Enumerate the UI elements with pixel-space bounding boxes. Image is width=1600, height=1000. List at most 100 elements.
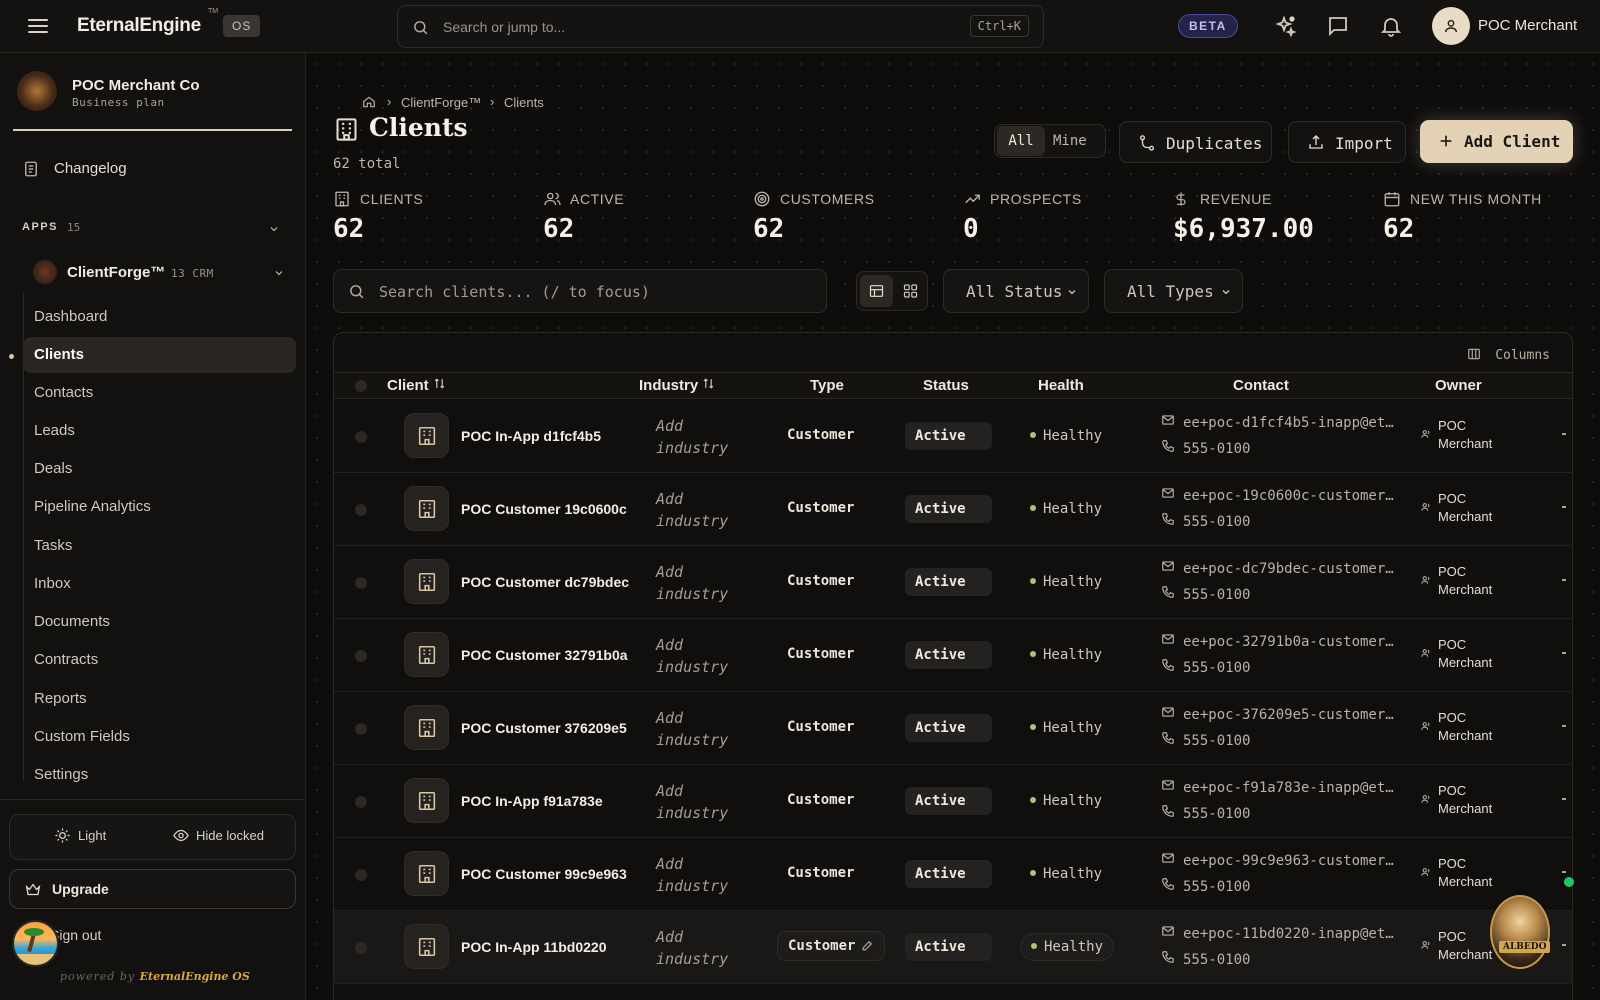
table-view-button[interactable] — [860, 275, 893, 307]
app-name[interactable]: ClientForge™ — [67, 264, 165, 281]
table-row[interactable]: POC Customer 32791b0a Add industry Custome… — [334, 619, 1572, 692]
client-type[interactable]: Customer — [777, 858, 864, 888]
chevron-down-icon[interactable] — [273, 267, 285, 279]
row-checkbox[interactable] — [355, 650, 367, 662]
status-badge[interactable]: Active — [905, 714, 992, 742]
row-actions-button[interactable] — [1562, 506, 1566, 508]
header-status[interactable]: Status — [923, 377, 969, 394]
contact-phone[interactable]: 555-0100 — [1161, 731, 1250, 749]
add-industry-link[interactable]: Add industry — [656, 707, 746, 751]
global-search[interactable]: Search or jump to... Ctrl+K — [397, 5, 1044, 48]
upgrade-button[interactable]: Upgrade — [9, 869, 296, 909]
header-type[interactable]: Type — [810, 377, 844, 394]
client-type[interactable]: Customer — [777, 931, 886, 961]
sidebar-item-contracts[interactable]: Contracts — [23, 642, 296, 678]
row-checkbox[interactable] — [355, 723, 367, 735]
row-actions-button[interactable] — [1562, 579, 1566, 581]
chevron-down-icon[interactable] — [268, 223, 280, 235]
row-actions-button[interactable] — [1562, 725, 1566, 727]
sidebar-item-tasks[interactable]: Tasks — [23, 528, 296, 564]
table-row[interactable]: POC Customer 19c0600c Add industry Custome… — [334, 473, 1572, 546]
row-checkbox[interactable] — [355, 504, 367, 516]
sidebar-item-leads[interactable]: Leads — [23, 413, 296, 449]
row-actions-button[interactable] — [1562, 652, 1566, 654]
row-checkbox[interactable] — [355, 431, 367, 443]
header-owner[interactable]: Owner — [1435, 377, 1482, 394]
import-button[interactable]: Import — [1288, 121, 1406, 163]
client-name[interactable]: POC In-App 11bd0220 — [461, 939, 606, 955]
sparkle-icon[interactable] — [1274, 14, 1298, 38]
header-industry[interactable]: Industry — [639, 377, 715, 394]
table-row[interactable]: POC In-App 11bd0220 Add industry Customer A… — [334, 911, 1572, 984]
add-industry-link[interactable]: Add industry — [656, 926, 746, 970]
add-industry-link[interactable]: Add industry — [656, 561, 746, 605]
client-name[interactable]: POC Customer dc79bdec — [461, 574, 629, 590]
client-type[interactable]: Customer — [777, 493, 864, 523]
contact-phone[interactable]: 555-0100 — [1161, 658, 1250, 676]
table-row[interactable]: POC Customer 99c9e963 Add industry Custome… — [334, 838, 1572, 911]
client-search-input[interactable]: Search clients... (/ to focus) — [333, 269, 827, 313]
filter-all[interactable]: All — [997, 126, 1045, 156]
filter-mine[interactable]: Mine — [1053, 126, 1087, 156]
contact-email[interactable]: ee+poc-dc79bdec-customer… — [1161, 559, 1394, 577]
client-type[interactable]: Customer — [777, 785, 864, 815]
contact-phone[interactable]: 555-0100 — [1161, 950, 1250, 968]
contact-phone[interactable]: 555-0100 — [1161, 804, 1250, 822]
client-name[interactable]: POC In-App f91a783e — [461, 793, 603, 809]
sidebar-item-contacts[interactable]: Contacts — [23, 375, 296, 411]
client-name[interactable]: POC Customer 32791b0a — [461, 647, 628, 663]
client-type[interactable]: Customer — [777, 566, 864, 596]
add-industry-link[interactable]: Add industry — [656, 634, 746, 678]
client-type[interactable]: Customer — [777, 639, 864, 669]
chat-icon[interactable] — [1326, 14, 1350, 38]
grid-view-button[interactable] — [895, 275, 926, 307]
contact-phone[interactable]: 555-0100 — [1161, 512, 1250, 530]
home-icon[interactable] — [362, 95, 376, 109]
duplicates-button[interactable]: Duplicates — [1119, 121, 1272, 163]
sidebar-item-deals[interactable]: Deals — [23, 451, 296, 487]
sidebar-item-documents[interactable]: Documents — [23, 604, 296, 640]
add-industry-link[interactable]: Add industry — [656, 853, 746, 897]
bell-icon[interactable] — [1379, 14, 1403, 38]
sidebar-item-reports[interactable]: Reports — [23, 681, 296, 717]
breadcrumb-app[interactable]: ClientForge™ — [401, 95, 481, 110]
status-badge[interactable]: Active — [905, 933, 992, 961]
status-badge[interactable]: Active — [905, 641, 992, 669]
client-name[interactable]: POC Customer 376209e5 — [461, 720, 627, 736]
contact-email[interactable]: ee+poc-d1fcf4b5-inapp@et… — [1161, 413, 1394, 431]
status-filter-select[interactable]: All Status — [943, 269, 1089, 313]
table-row[interactable]: POC Customer dc79bdec Add industry Custome… — [334, 546, 1572, 619]
client-name[interactable]: POC Customer 19c0600c — [461, 501, 627, 517]
client-name[interactable]: POC In-App d1fcf4b5 — [461, 428, 601, 444]
org-logo[interactable] — [17, 71, 57, 111]
status-badge[interactable]: Active — [905, 422, 992, 450]
sidebar-item-pipeline-analytics[interactable]: Pipeline Analytics — [23, 489, 296, 525]
row-checkbox[interactable] — [355, 869, 367, 881]
contact-email[interactable]: ee+poc-99c9e963-customer… — [1161, 851, 1394, 869]
header-health[interactable]: Health — [1038, 377, 1084, 394]
add-industry-link[interactable]: Add industry — [656, 780, 746, 824]
table-row[interactable]: POC In-App f91a783e Add industry Customer A… — [334, 765, 1572, 838]
sidebar-item-dashboard[interactable]: Dashboard — [23, 299, 296, 335]
contact-phone[interactable]: 555-0100 — [1161, 585, 1250, 603]
row-checkbox[interactable] — [355, 942, 367, 954]
contact-email[interactable]: ee+poc-11bd0220-inapp@et… — [1161, 924, 1394, 942]
contact-phone[interactable]: 555-0100 — [1161, 877, 1250, 895]
contact-phone[interactable]: 555-0100 — [1161, 439, 1250, 457]
status-badge[interactable]: Active — [905, 495, 992, 523]
row-actions-button[interactable] — [1562, 871, 1566, 873]
columns-button[interactable]: Columns — [1467, 345, 1550, 363]
row-actions-button[interactable] — [1562, 944, 1566, 946]
row-checkbox[interactable] — [355, 796, 367, 808]
add-industry-link[interactable]: Add industry — [656, 488, 746, 532]
table-row[interactable]: POC Customer 376209e5 Add industry Custome… — [334, 692, 1572, 765]
status-badge[interactable]: Active — [905, 787, 992, 815]
add-industry-link[interactable]: Add industry — [656, 415, 746, 459]
sidebar-item-custom-fields[interactable]: Custom Fields — [23, 719, 296, 755]
row-actions-button[interactable] — [1562, 433, 1566, 435]
brand-logo[interactable]: EternalEngine — [77, 15, 201, 37]
client-name[interactable]: POC Customer 99c9e963 — [461, 866, 627, 882]
sidebar-item-inbox[interactable]: Inbox — [23, 566, 296, 602]
org-name[interactable]: POC Merchant Co — [72, 77, 200, 94]
contact-email[interactable]: ee+poc-32791b0a-customer… — [1161, 632, 1394, 650]
